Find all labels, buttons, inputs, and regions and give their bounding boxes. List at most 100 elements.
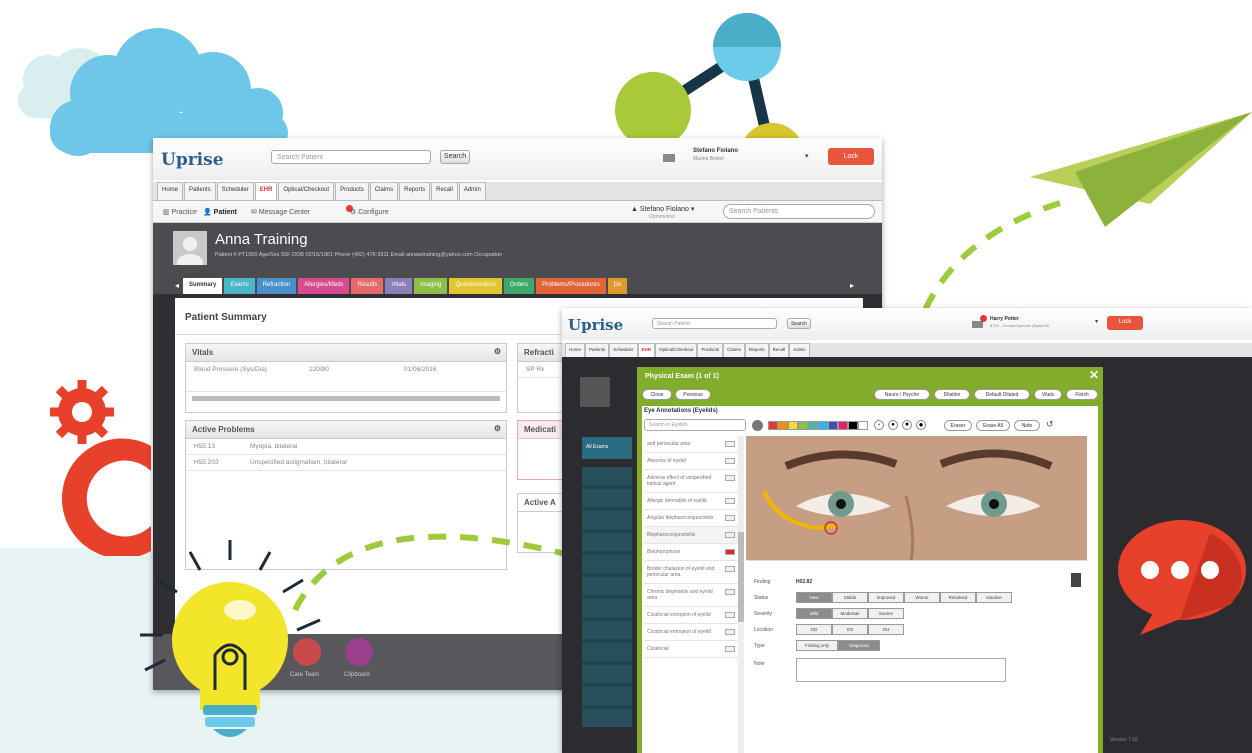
- color-box[interactable]: [725, 441, 735, 447]
- nav-configure[interactable]: ⚙ Configure: [350, 208, 389, 216]
- option-pill[interactable]: New: [796, 592, 832, 603]
- tab-scheduler[interactable]: Scheduler: [609, 343, 638, 357]
- color-box[interactable]: [725, 532, 735, 538]
- eye-image[interactable]: [746, 436, 1087, 560]
- ehr-tab-vitals[interactable]: Vitals: [385, 278, 413, 294]
- tab-optical-checkout[interactable]: Optical/Checkout: [278, 182, 335, 200]
- default-dilated-button[interactable]: Default Dilated: [974, 389, 1030, 400]
- mail-icon[interactable]: [663, 154, 675, 162]
- finish-button[interactable]: Finish: [1066, 389, 1098, 400]
- color-box[interactable]: [725, 498, 735, 504]
- user-menu[interactable]: ▲ Stefano Fiolano ▾: [631, 205, 694, 213]
- list-item[interactable]: Chronic blepharitis and eyelid area: [644, 584, 738, 607]
- close-button[interactable]: Close: [642, 389, 672, 400]
- tab-reports[interactable]: Reports: [399, 182, 431, 200]
- ehr-tab-problems-procedures[interactable]: Problems/Procedures: [536, 278, 606, 294]
- list-item[interactable]: Allergic dermatitis of eyelid: [644, 493, 738, 510]
- lock-button[interactable]: Lock: [1107, 316, 1143, 330]
- tab-reports[interactable]: Reports: [744, 343, 769, 357]
- color-swatch[interactable]: [788, 421, 798, 430]
- brush-size-3-icon[interactable]: ●: [902, 420, 912, 430]
- option-pill[interactable]: Moderate: [832, 608, 868, 619]
- color-box[interactable]: [725, 589, 735, 595]
- tab-ehr[interactable]: EHR: [254, 182, 278, 200]
- horizontal-scrollbar[interactable]: [192, 396, 500, 401]
- color-box[interactable]: [725, 475, 735, 481]
- tab-recall[interactable]: Recall: [768, 343, 790, 357]
- list-item[interactable]: Broder chalazion of eyelid and periocula…: [644, 561, 738, 584]
- sidebar-item-all-exams[interactable]: All Exams: [582, 437, 632, 459]
- option-pill[interactable]: OD: [796, 624, 832, 635]
- ehr-tab-summary[interactable]: Summary: [183, 278, 223, 294]
- color-swatch[interactable]: [838, 421, 848, 430]
- ehr-tab-do[interactable]: Do: [607, 278, 628, 294]
- color-swatch[interactable]: [798, 421, 808, 430]
- undo-icon[interactable]: ↺: [1046, 419, 1054, 430]
- list-item[interactable]: Blepharoconjunctivitis: [644, 527, 738, 544]
- list-item[interactable]: Cicatricial ectropion of eyelid: [644, 607, 738, 624]
- list-item[interactable]: Abscess of eyelid: [644, 453, 738, 470]
- tab-admin[interactable]: Admin: [789, 343, 810, 357]
- list-scrollbar[interactable]: [738, 436, 744, 753]
- erase-all-button[interactable]: Erase All: [976, 420, 1010, 431]
- search-button[interactable]: Search: [787, 318, 811, 329]
- color-swatch[interactable]: [828, 421, 838, 430]
- trash-icon[interactable]: [1071, 573, 1081, 587]
- option-pill[interactable]: Improved: [868, 592, 904, 603]
- table-row[interactable]: H52.203 Unspecified astigmatism, bilatera…: [186, 455, 506, 471]
- tab-recall[interactable]: Recall: [431, 182, 458, 200]
- search-patients-input[interactable]: Search Patients: [723, 204, 875, 219]
- pencil-icon[interactable]: [752, 420, 763, 431]
- list-search-input[interactable]: Search in Eyelids: [644, 419, 746, 431]
- ehr-tab-orders[interactable]: Orders: [503, 278, 535, 294]
- option-pill[interactable]: Stable: [832, 592, 868, 603]
- neuro-psycho-button[interactable]: Neuro / Psycho: [874, 389, 930, 400]
- settings-icon[interactable]: ⚙: [494, 424, 501, 433]
- option-pill[interactable]: OU: [868, 624, 904, 635]
- ehr-tab-results[interactable]: Results: [351, 278, 384, 294]
- note-button[interactable]: Note: [1014, 420, 1040, 431]
- nav-message-center[interactable]: ✉ Message Center: [251, 208, 310, 216]
- option-pill[interactable]: Diagnosis: [838, 640, 880, 651]
- color-swatch[interactable]: [818, 421, 828, 430]
- color-box[interactable]: [725, 458, 735, 464]
- color-box[interactable]: [725, 629, 735, 635]
- vitals-button[interactable]: Vitals: [1034, 389, 1062, 400]
- option-pill[interactable]: Finding only: [796, 640, 838, 651]
- list-item[interactable]: Cicatricial: [644, 641, 738, 658]
- dilation-button[interactable]: Dilation: [934, 389, 970, 400]
- tab-optical-checkout[interactable]: Optical/Checkout: [655, 343, 698, 357]
- color-box[interactable]: [725, 646, 735, 652]
- option-pill[interactable]: Inactive: [976, 592, 1012, 603]
- nav-practice[interactable]: ▥ Practice: [163, 208, 197, 216]
- user-dropdown-icon[interactable]: ▾: [1095, 318, 1098, 325]
- option-pill[interactable]: Severe: [868, 608, 904, 619]
- eraser-button[interactable]: Eraser: [944, 420, 972, 431]
- previous-button[interactable]: Previous: [675, 389, 711, 400]
- user-dropdown-icon[interactable]: ▾: [805, 152, 809, 160]
- ehr-tab-allergies-meds[interactable]: Allergies/Meds: [298, 278, 350, 294]
- mail-icon[interactable]: [972, 321, 983, 328]
- clipboard-icon[interactable]: [345, 638, 373, 666]
- tab-ehr[interactable]: EHR: [637, 343, 656, 357]
- list-item[interactable]: and periocular area: [644, 436, 738, 453]
- color-box[interactable]: [725, 549, 735, 555]
- tab-admin[interactable]: Admin: [458, 182, 486, 200]
- search-input[interactable]: Search Patient: [271, 150, 431, 164]
- list-item[interactable]: Adverse effect of unspecified topical ag…: [644, 470, 738, 493]
- tab-products[interactable]: Products: [697, 343, 724, 357]
- nav-patient[interactable]: 👤 Patient: [203, 208, 237, 216]
- brush-size-4-icon[interactable]: ●: [916, 420, 926, 430]
- tab-products[interactable]: Products: [335, 182, 369, 200]
- color-box[interactable]: [725, 566, 735, 572]
- list-item[interactable]: Blepharoptosis: [644, 544, 738, 561]
- color-swatch[interactable]: [778, 421, 788, 430]
- tab-home[interactable]: Home: [565, 343, 586, 357]
- list-item[interactable]: Cicatricial entropion of eyelid: [644, 624, 738, 641]
- brush-size-1-icon[interactable]: •: [874, 420, 884, 430]
- tab-claims[interactable]: Claims: [369, 182, 399, 200]
- list-item[interactable]: Angular blepharoconjunctivitis: [644, 510, 738, 527]
- search-button[interactable]: Search: [440, 150, 470, 164]
- color-swatch[interactable]: [848, 421, 858, 430]
- ehr-tab-exams[interactable]: Exams: [224, 278, 255, 294]
